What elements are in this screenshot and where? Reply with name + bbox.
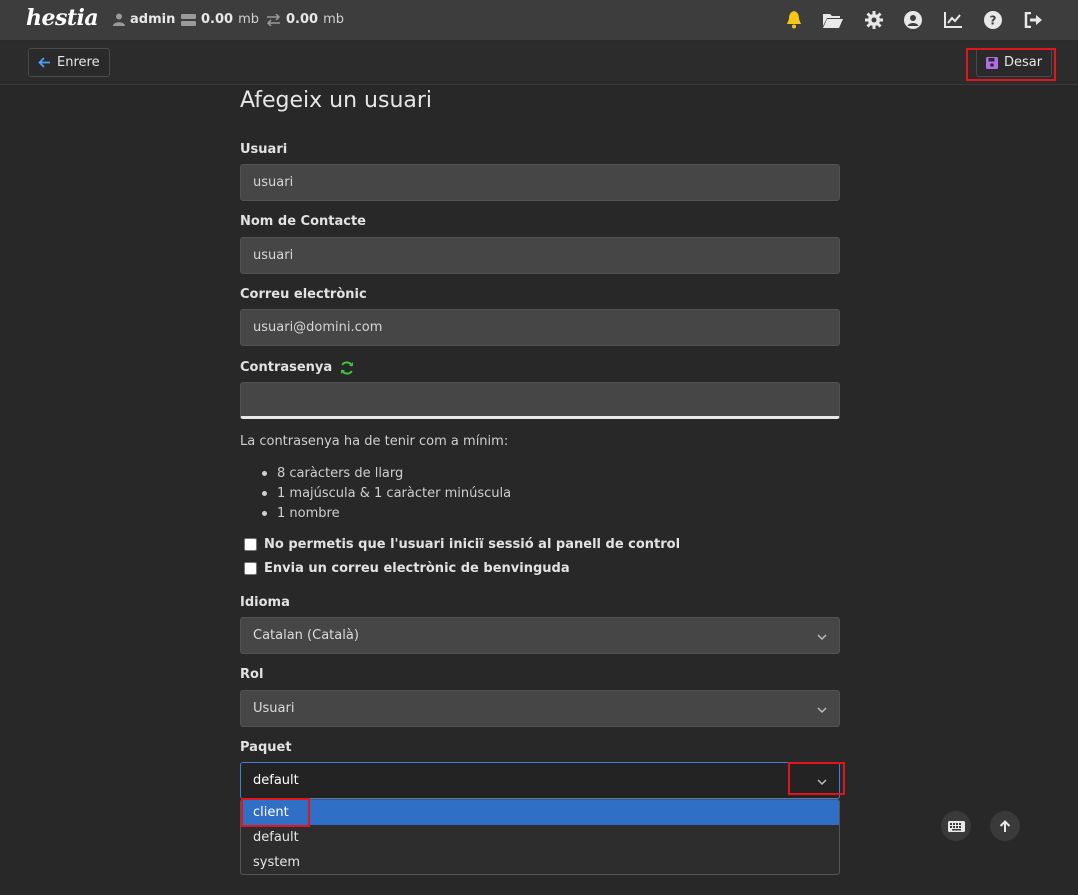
- password-label: Contrasenya: [240, 360, 333, 375]
- email-label: Correu electrònic: [240, 287, 367, 302]
- password-input[interactable]: [240, 382, 840, 419]
- highlight-package-chevron: [788, 762, 845, 795]
- back-button-label: Enrere: [57, 55, 100, 70]
- top-bar: hestia admin 0.00 mb 0.00 mb ?: [0, 0, 1078, 41]
- email-input[interactable]: usuari@domini.com: [240, 309, 840, 346]
- chart-icon[interactable]: [943, 10, 963, 30]
- username-label: Usuari: [240, 142, 288, 157]
- role-select[interactable]: Usuari: [240, 690, 840, 727]
- username-input[interactable]: usuari: [240, 164, 840, 201]
- welcome-email-checkbox-row[interactable]: Envia un correu electrònic de benvinguda: [244, 561, 570, 576]
- disable-login-checkbox-row[interactable]: No permetis que l'usuari iniciï sessió a…: [244, 537, 680, 552]
- back-button[interactable]: Enrere: [28, 48, 110, 77]
- logout-icon[interactable]: [1023, 10, 1043, 30]
- contact-name-input[interactable]: usuari: [240, 237, 840, 274]
- refresh-icon[interactable]: [340, 360, 354, 375]
- package-option-client[interactable]: client: [241, 800, 839, 825]
- disable-login-checkbox[interactable]: [244, 538, 257, 551]
- language-select[interactable]: Catalan (Català): [240, 617, 840, 654]
- disk-stat: 0.00 mb: [181, 12, 259, 27]
- password-hint: La contrasenya ha de tenir com a mínim:: [240, 434, 509, 449]
- svg-text:?: ?: [990, 14, 997, 28]
- password-rule: 1 majúscula & 1 caràcter minúscula: [262, 486, 511, 501]
- welcome-email-checkbox[interactable]: [244, 562, 257, 575]
- role-label: Rol: [240, 667, 264, 682]
- user-stat: admin: [113, 12, 175, 27]
- disk-unit: mb: [238, 12, 259, 27]
- package-option-system[interactable]: system: [241, 850, 839, 874]
- folder-icon[interactable]: [823, 10, 843, 30]
- contact-name-label: Nom de Contacte: [240, 214, 366, 229]
- chevron-down-icon: [817, 703, 827, 718]
- page-title: Afegeix un usuari: [240, 88, 433, 113]
- keyboard-icon: [947, 820, 965, 832]
- transfer-icon: [266, 13, 281, 26]
- language-value: Catalan (Català): [253, 628, 359, 643]
- disk-value: 0.00: [201, 12, 234, 27]
- user-circle-icon[interactable]: [903, 10, 923, 30]
- role-value: Usuari: [253, 701, 295, 716]
- bell-icon[interactable]: [784, 10, 804, 30]
- language-label: Idioma: [240, 595, 290, 610]
- arrow-left-icon: [38, 57, 51, 68]
- bandwidth-unit: mb: [323, 12, 344, 27]
- logo[interactable]: hestia: [26, 5, 99, 31]
- user-icon: [113, 13, 125, 26]
- help-icon[interactable]: ?: [983, 10, 1003, 30]
- toolbar: Enrere Desar: [0, 41, 1078, 85]
- username: admin: [130, 12, 176, 27]
- package-label: Paquet: [240, 740, 292, 755]
- welcome-email-label: Envia un correu electrònic de benvinguda: [264, 561, 570, 576]
- password-label-row: Contrasenya: [240, 360, 354, 375]
- package-dropdown-list: client default system: [240, 799, 840, 875]
- highlight-save: [966, 48, 1056, 81]
- hard-drive-icon: [181, 13, 196, 26]
- bandwidth-value: 0.00: [286, 12, 319, 27]
- package-select[interactable]: default: [240, 762, 840, 799]
- package-value: default: [253, 773, 299, 788]
- bandwidth-stat: 0.00 mb: [266, 12, 344, 27]
- arrow-up-icon: [999, 819, 1011, 833]
- package-option-default[interactable]: default: [241, 825, 839, 850]
- chevron-down-icon: [817, 630, 827, 645]
- password-rule: 8 caràcters de llarg: [262, 466, 403, 481]
- highlight-client-option: [241, 798, 310, 827]
- scroll-to-top-button[interactable]: [990, 811, 1020, 841]
- password-rule: 1 nombre: [262, 506, 340, 521]
- gear-icon[interactable]: [864, 10, 884, 30]
- keyboard-shortcuts-button[interactable]: [941, 811, 971, 841]
- disable-login-label: No permetis que l'usuari iniciï sessió a…: [264, 537, 681, 552]
